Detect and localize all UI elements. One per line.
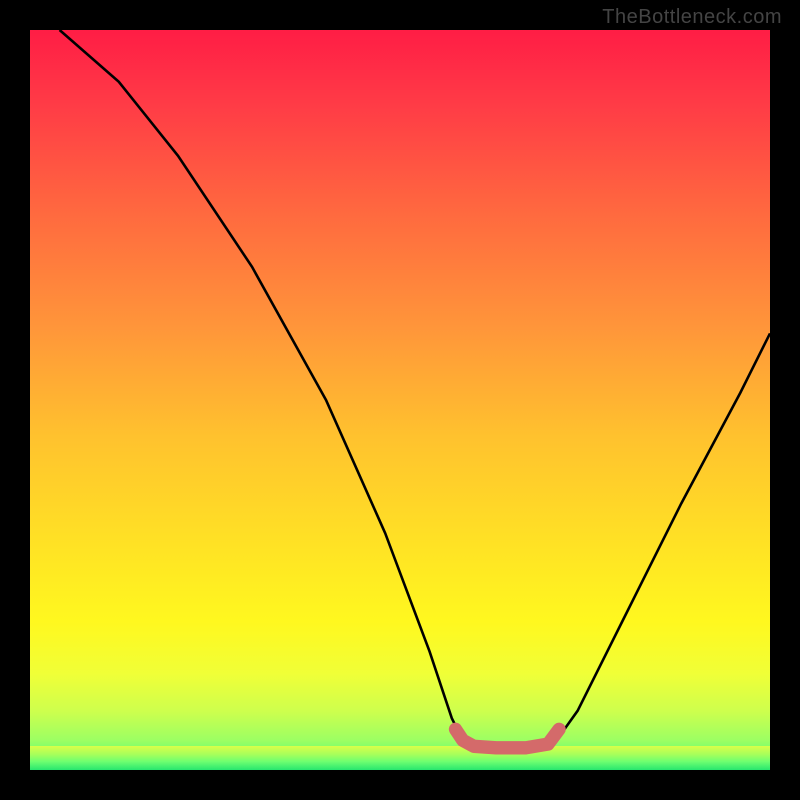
curve-layer (30, 30, 770, 770)
plot-area (30, 30, 770, 770)
optimal-zone-marker-path (456, 729, 560, 748)
watermark-text: TheBottleneck.com (602, 6, 782, 29)
chart-frame: TheBottleneck.com (0, 0, 800, 800)
bottleneck-curve-path (60, 30, 770, 748)
